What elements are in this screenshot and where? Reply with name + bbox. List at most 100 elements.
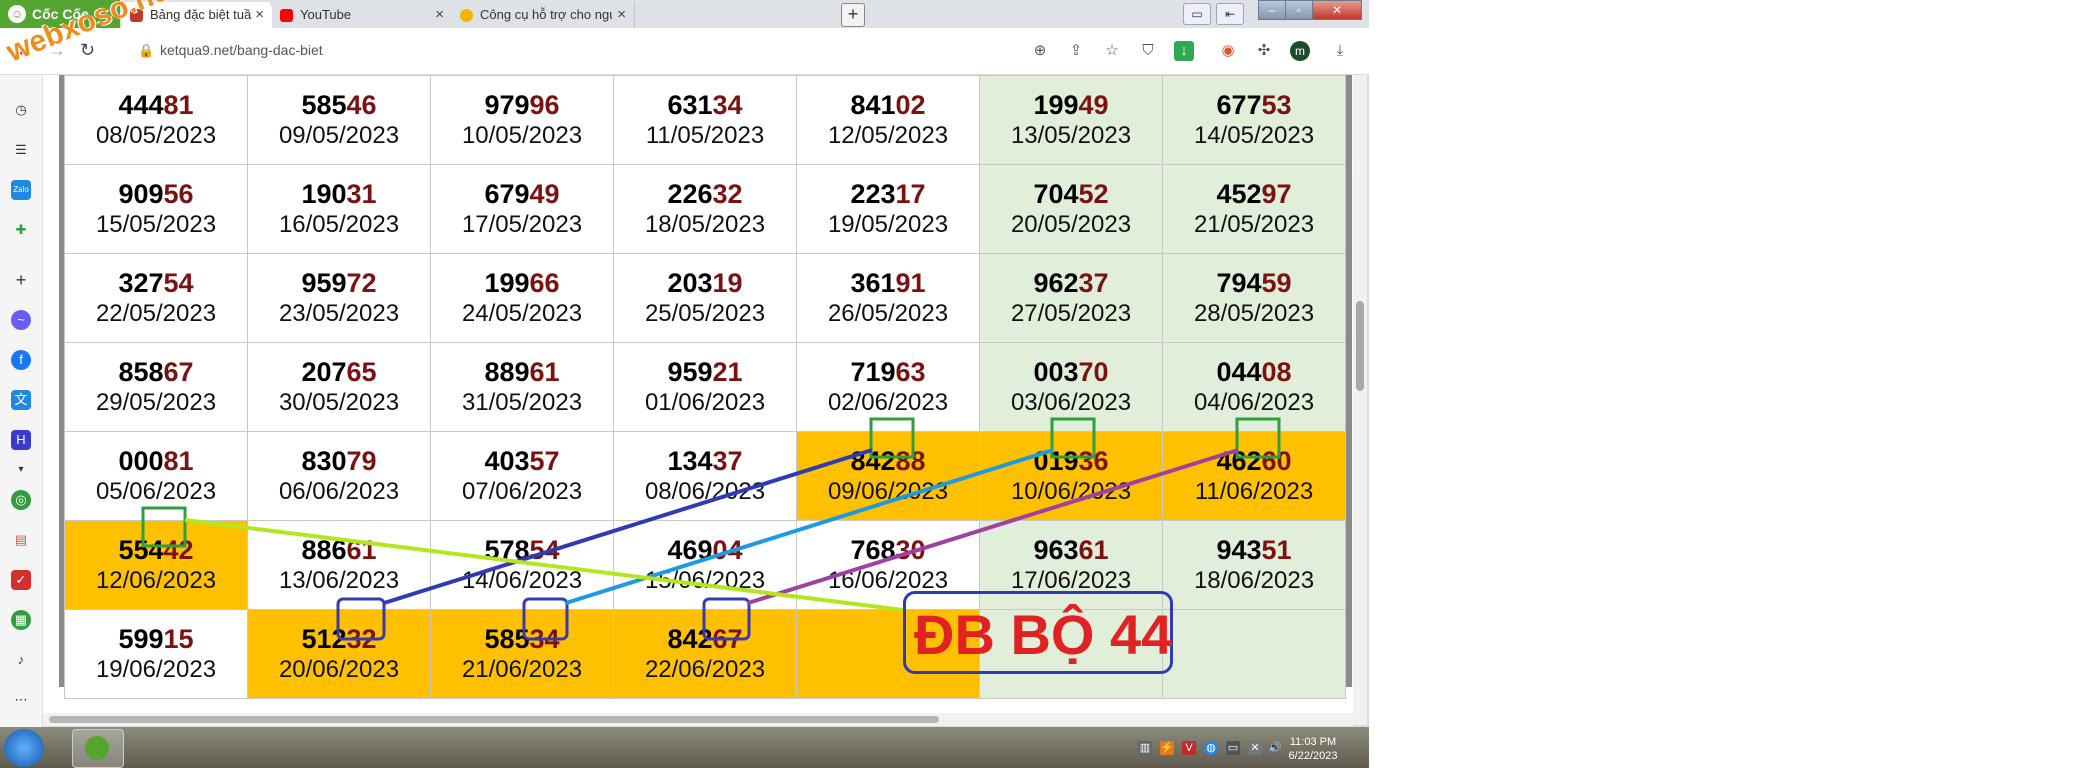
prize-number: 46260: [1163, 445, 1345, 477]
prize-number-last-two: 17: [895, 179, 926, 209]
prize-number: 22317: [797, 178, 979, 210]
notification-bell-icon[interactable]: ♪: [11, 650, 31, 670]
result-cell: 19031 16/05/2023: [247, 164, 431, 254]
taskbar-coccoc-app[interactable]: [72, 729, 124, 768]
prize-number-prefix: 585: [484, 624, 530, 654]
prize-number-prefix: 000: [118, 446, 164, 476]
todo-check-icon[interactable]: ✓: [11, 570, 31, 590]
prize-number: 45297: [1163, 178, 1345, 210]
result-cell: 85867 29/05/2023: [64, 342, 248, 432]
prize-number: 57854: [431, 534, 613, 566]
draw-date: 05/06/2023: [95, 478, 217, 505]
chevron-down-icon[interactable]: ▾: [11, 460, 31, 480]
translate-icon[interactable]: 文: [11, 390, 31, 410]
horizontal-scrollbar[interactable]: [43, 713, 1353, 726]
more-options-icon[interactable]: ⋯: [11, 690, 31, 710]
prize-number-prefix: 223: [850, 179, 896, 209]
new-tab-button[interactable]: +: [841, 3, 865, 27]
prize-number: 95921: [614, 356, 796, 388]
profile-avatar[interactable]: m: [1290, 41, 1310, 61]
result-cell: 95921 01/06/2023: [613, 342, 797, 432]
download-video-icon[interactable]: ↓: [1174, 41, 1194, 61]
messenger-icon[interactable]: ~: [11, 310, 31, 330]
minimize-button[interactable]: –: [1258, 0, 1286, 20]
result-cell: 44481 08/05/2023: [64, 75, 248, 165]
lock-icon[interactable]: 🔒: [138, 43, 154, 59]
result-cell: 63134 11/05/2023: [613, 75, 797, 165]
prize-number-last-two: 51: [1261, 535, 1292, 565]
draw-date: 24/05/2023: [461, 300, 583, 327]
prize-number: 71963: [797, 356, 979, 388]
prize-number-prefix: 585: [301, 90, 347, 120]
prize-number-prefix: 794: [1216, 268, 1262, 298]
result-callout-label: ĐB BỘ 44: [914, 603, 1173, 666]
prize-number-last-two: 61: [1078, 535, 1109, 565]
tray-v-icon[interactable]: V: [1182, 741, 1196, 755]
scrollbar-thumb[interactable]: [49, 716, 939, 723]
scrollbar-thumb[interactable]: [1356, 301, 1364, 391]
start-button[interactable]: [4, 729, 44, 767]
screen-capture-icon[interactable]: ▭: [1183, 3, 1211, 25]
extension-color-icon[interactable]: ◉: [1218, 41, 1238, 61]
draw-date: 10/06/2023: [1010, 478, 1132, 505]
prize-number: 40357: [431, 445, 613, 477]
result-cell: 58534 21/06/2023: [430, 609, 614, 699]
tray-network-icon[interactable]: ▥: [1138, 741, 1152, 755]
tab-cong-cu[interactable]: Công cụ hỗ trợ cho người ch ×: [452, 2, 635, 28]
vertical-scrollbar[interactable]: [1353, 75, 1367, 725]
volume-icon[interactable]: 🔊: [1268, 741, 1282, 755]
system-clock[interactable]: 11:03 PM 6/22/2023: [1288, 735, 1338, 763]
url-field[interactable]: ketqua9.net/bang-dac-biet: [160, 42, 323, 58]
window-controls: – ▫ ✕: [1258, 0, 1366, 20]
tab-close-icon[interactable]: ×: [255, 2, 264, 28]
prize-number: 63134: [614, 89, 796, 121]
prize-number: 96237: [980, 267, 1162, 299]
result-cell: 32754 22/05/2023: [64, 253, 248, 343]
sheet-icon[interactable]: ▦: [11, 610, 31, 630]
shield-icon[interactable]: ⛉: [1138, 41, 1158, 61]
prize-number-prefix: 943: [1216, 535, 1262, 565]
prize-number: 36191: [797, 267, 979, 299]
h-app-icon[interactable]: H: [11, 430, 31, 450]
tab-title: Công cụ hỗ trợ cho người ch: [480, 7, 612, 22]
result-cell: 20319 25/05/2023: [613, 253, 797, 343]
prize-number-last-two: 60: [1261, 446, 1292, 476]
prize-number: 58534: [431, 623, 613, 655]
draw-date: 20/06/2023: [278, 656, 400, 683]
prize-number: 22632: [614, 178, 796, 210]
extensions-puzzle-icon[interactable]: ✣: [1254, 41, 1274, 61]
table-row: 90956 15/05/2023 19031 16/05/2023 67949 17/05…: [64, 164, 1346, 254]
history-icon[interactable]: ◷: [11, 100, 31, 120]
add-panel-icon[interactable]: +: [11, 270, 31, 290]
shopping-icon[interactable]: ▤: [11, 530, 31, 550]
maximize-button[interactable]: ▫: [1285, 0, 1313, 20]
bookmark-star-icon[interactable]: ☆: [1102, 41, 1122, 61]
coccoc-logo-icon: ☺: [8, 5, 26, 23]
tab-close-icon[interactable]: ×: [435, 2, 444, 28]
prize-number-prefix: 830: [301, 446, 347, 476]
facebook-icon[interactable]: f: [11, 350, 31, 370]
tray-app-icon[interactable]: ⚡: [1160, 741, 1174, 755]
close-window-button[interactable]: ✕: [1312, 0, 1362, 20]
tray-monitor-icon[interactable]: ▭: [1226, 741, 1240, 755]
tab-close-icon[interactable]: ×: [617, 2, 626, 28]
prize-number-last-two: 67: [712, 624, 743, 654]
game-controller-icon[interactable]: ✚: [11, 220, 31, 240]
coccoc-map-icon[interactable]: ◎: [11, 490, 31, 510]
prize-number-last-two: 04: [712, 535, 743, 565]
sidebar-toggle-icon[interactable]: ⇤: [1216, 3, 1244, 25]
zoom-icon[interactable]: ⊕: [1030, 41, 1050, 61]
draw-date: 21/06/2023: [461, 656, 583, 683]
tray-alert-icon[interactable]: ✕: [1248, 741, 1262, 755]
tab-youtube[interactable]: YouTube ×: [272, 2, 453, 28]
share-icon[interactable]: ⇪: [1066, 41, 1086, 61]
downloads-icon[interactable]: ⤓: [1330, 41, 1350, 61]
zalo-icon[interactable]: Zalo: [11, 180, 31, 200]
prize-number-last-two: 65: [346, 357, 377, 387]
draw-date: 18/05/2023: [644, 211, 766, 238]
prize-number-last-two: 54: [529, 535, 560, 565]
reload-icon[interactable]: ↻: [80, 40, 95, 61]
reading-list-icon[interactable]: ☰: [11, 140, 31, 160]
prize-number-prefix: 444: [118, 90, 164, 120]
tray-globe-icon[interactable]: ◍: [1204, 741, 1218, 755]
